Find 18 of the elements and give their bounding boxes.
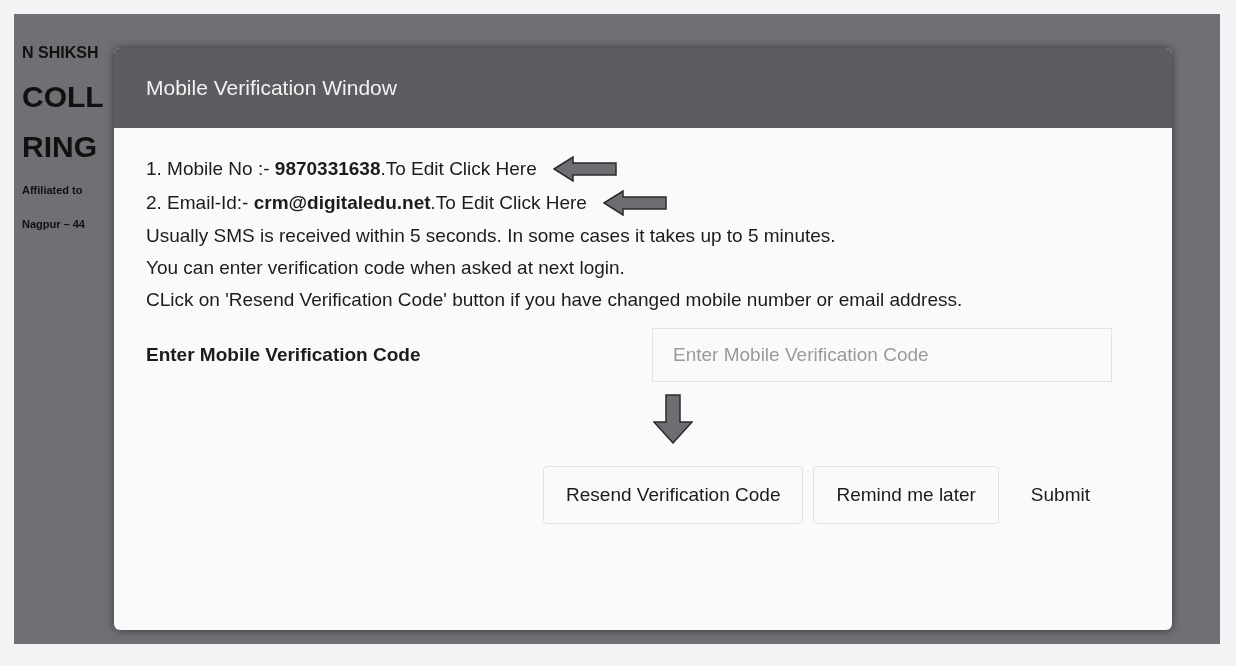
- info-text: Usually SMS is received within 5 seconds. In some cases it takes up to 5 minutes.: [146, 224, 837, 248]
- college-name-text: Nagpur – 44: [22, 218, 85, 232]
- contact-info-text: 2. Email-Id:- crm@digitaledu.net: [146, 192, 431, 214]
- contact-info-text: 1. Mobile No :- 9870331638: [146, 158, 381, 180]
- info-text: CLick on 'Resend Verification Code' button if you have changed mobile number or email address.: [146, 288, 964, 312]
- college-name-text: N SHIKSH: [22, 44, 99, 63]
- dialog-button[interactable]: Submit: [1008, 466, 1112, 524]
- field-label: Enter Mobile Verification Code: [146, 344, 421, 366]
- college-name-text: RING: [22, 130, 97, 165]
- edit-link[interactable]: .To Edit Click Here: [380, 158, 537, 180]
- college-name-text: COLL: [22, 80, 104, 115]
- dialog-button[interactable]: Remind me later: [813, 466, 999, 524]
- info-text: You can enter verification code when asked at next login.: [146, 256, 626, 280]
- edit-link[interactable]: .To Edit Click Here: [430, 192, 587, 214]
- dialog-button[interactable]: Resend Verification Code: [543, 466, 804, 524]
- college-name-text: Affiliated to: [22, 184, 83, 198]
- modal-title: Mobile Verification Window: [146, 76, 397, 100]
- verification-code-field[interactable]: Enter Mobile Verification Code: [652, 328, 1112, 382]
